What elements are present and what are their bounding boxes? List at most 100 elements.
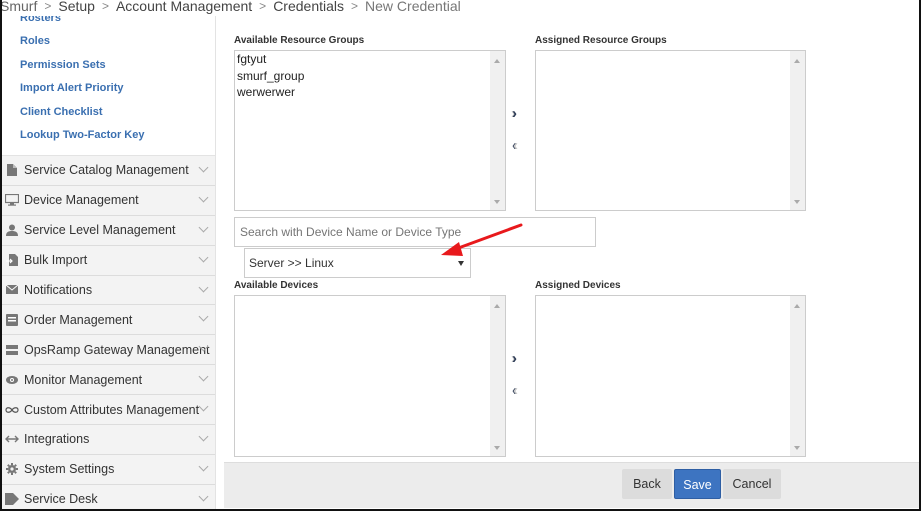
sidebar-subitem-client-checklist[interactable]: Client Checklist [20, 101, 215, 125]
chevron-down-icon [198, 371, 209, 382]
sidebar-subitem-lookup-two-factor-key[interactable]: Lookup Two-Factor Key [20, 124, 215, 148]
sidebar: Rosters Roles Permission Sets Import Ale… [2, 16, 216, 509]
resource-group-option[interactable]: werwerwer [235, 84, 505, 101]
chevron-down-icon [198, 252, 209, 263]
scroll-up-icon[interactable] [794, 59, 800, 63]
chevron-right-icon: › [512, 105, 517, 122]
cancel-button[interactable]: Cancel [723, 469, 781, 499]
breadcrumb-separator-icon: > [44, 0, 52, 13]
gateway-icon [4, 343, 20, 357]
remove-resource-group-button[interactable]: ‹‹ [512, 138, 532, 154]
sidebar-item-bulk-import[interactable]: Bulk Import [2, 245, 215, 276]
sidebar-item-label: Custom Attributes Management [24, 402, 200, 417]
integrations-icon [4, 432, 20, 446]
sidebar-item-custom-attributes-management[interactable]: Custom Attributes Management [2, 395, 215, 425]
scrollbar[interactable] [790, 51, 805, 210]
sidebar-submenu: Rosters Roles Permission Sets Import Ale… [2, 16, 215, 148]
order-icon [4, 313, 20, 327]
device-search-input[interactable] [234, 217, 596, 247]
sidebar-item-label: Service Level Management [24, 223, 176, 238]
sidebar-subitem-import-alert-priority[interactable]: Import Alert Priority [20, 77, 215, 101]
sidebar-item-label: System Settings [24, 462, 115, 477]
infinity-icon [4, 403, 20, 417]
scroll-down-icon[interactable] [494, 200, 500, 204]
sidebar-divider [2, 148, 215, 156]
scroll-down-icon[interactable] [794, 200, 800, 204]
screenshot-frame: Smurf > Setup > Account Management > Cre… [0, 0, 921, 511]
chevron-down-icon [198, 401, 209, 412]
monitor-icon [4, 193, 20, 207]
chevron-down-icon [198, 491, 209, 502]
chevron-down-icon [198, 282, 209, 292]
assigned-resource-groups-label: Assigned Resource Groups [535, 35, 667, 46]
available-devices-label: Available Devices [234, 280, 319, 291]
sidebar-item-system-settings[interactable]: System Settings [2, 454, 215, 485]
add-device-button[interactable]: ›› [511, 351, 531, 367]
sidebar-item-label: Integrations [24, 432, 90, 447]
chevron-down-icon [198, 192, 209, 203]
resource-group-option[interactable]: smurf_group [235, 68, 505, 85]
breadcrumb: Smurf > Setup > Account Management > Cre… [2, 0, 461, 16]
document-icon [4, 163, 20, 177]
sidebar-item-label: Notifications [24, 282, 93, 297]
eye-icon [4, 373, 20, 387]
scroll-up-icon[interactable] [494, 304, 500, 308]
device-type-select[interactable]: Server >> Linux [244, 248, 471, 278]
assigned-devices-list[interactable] [535, 295, 806, 457]
add-resource-group-button[interactable]: ›› [511, 106, 531, 122]
chevron-down-icon [198, 162, 209, 173]
sidebar-item-notifications[interactable]: Notifications [2, 275, 215, 306]
chevron-down-icon [198, 311, 209, 322]
chevron-right-icon: › [512, 350, 517, 367]
tag-icon [4, 492, 20, 506]
breadcrumb-credentials[interactable]: Credentials [273, 0, 344, 14]
chevron-down-icon [198, 222, 209, 233]
available-resource-groups-list[interactable]: fgtyut smurf_group werwerwer [234, 50, 506, 211]
scroll-down-icon[interactable] [794, 446, 800, 450]
sidebar-subitem-roles[interactable]: Roles [20, 30, 215, 54]
scroll-down-icon[interactable] [494, 446, 500, 450]
device-type-selected-value: Server >> Linux [249, 256, 334, 270]
form-footer: Back Save Cancel [224, 462, 919, 508]
sidebar-item-label: Order Management [24, 312, 133, 327]
assigned-devices-label: Assigned Devices [535, 280, 621, 291]
breadcrumb-current: New Credential [365, 0, 461, 14]
sidebar-item-service-desk[interactable]: Service Desk [2, 484, 215, 509]
import-icon [4, 253, 20, 267]
sidebar-item-order-management[interactable]: Order Management [2, 305, 215, 336]
sidebar-item-service-catalog-management[interactable]: Service Catalog Management [2, 155, 215, 186]
sidebar-subitem-permission-sets[interactable]: Permission Sets [20, 54, 215, 78]
sidebar-item-label: Device Management [24, 193, 139, 208]
remove-device-button[interactable]: ‹‹ [512, 383, 532, 399]
gear-icon [4, 462, 20, 476]
credential-form: Available Resource Groups fgtyut smurf_g… [224, 16, 919, 509]
scrollbar[interactable] [490, 51, 505, 210]
sidebar-subitem-rosters[interactable]: Rosters [20, 16, 215, 30]
breadcrumb-smurf[interactable]: Smurf [2, 0, 37, 14]
assigned-resource-groups-list[interactable] [535, 50, 806, 211]
sidebar-item-label: Service Desk [24, 492, 98, 507]
breadcrumb-separator-icon: > [259, 0, 267, 13]
scroll-up-icon[interactable] [794, 304, 800, 308]
resource-group-option[interactable]: fgtyut [235, 51, 505, 68]
sidebar-item-label: OpsRamp Gateway Management [24, 342, 210, 357]
scrollbar[interactable] [490, 296, 505, 456]
dropdown-caret-icon [458, 261, 464, 266]
sidebar-item-label: Bulk Import [24, 253, 88, 268]
breadcrumb-setup[interactable]: Setup [58, 0, 95, 14]
sidebar-item-label: Monitor Management [24, 372, 143, 387]
chevron-left-icon: ‹ [513, 382, 518, 399]
sidebar-item-monitor-management[interactable]: Monitor Management [2, 365, 215, 396]
sidebar-item-service-level-management[interactable]: Service Level Management [2, 215, 215, 246]
back-button[interactable]: Back [622, 469, 672, 499]
breadcrumb-separator-icon: > [101, 0, 109, 13]
sidebar-item-device-management[interactable]: Device Management [2, 185, 215, 216]
user-icon [4, 223, 20, 237]
breadcrumb-account-management[interactable]: Account Management [116, 0, 252, 14]
sidebar-item-opsramp-gateway-management[interactable]: OpsRamp Gateway Management [2, 335, 215, 366]
scrollbar[interactable] [790, 296, 805, 456]
sidebar-item-integrations[interactable]: Integrations [2, 424, 215, 455]
scroll-up-icon[interactable] [494, 59, 500, 63]
available-devices-list[interactable] [234, 295, 506, 457]
save-button[interactable]: Save [674, 469, 721, 499]
